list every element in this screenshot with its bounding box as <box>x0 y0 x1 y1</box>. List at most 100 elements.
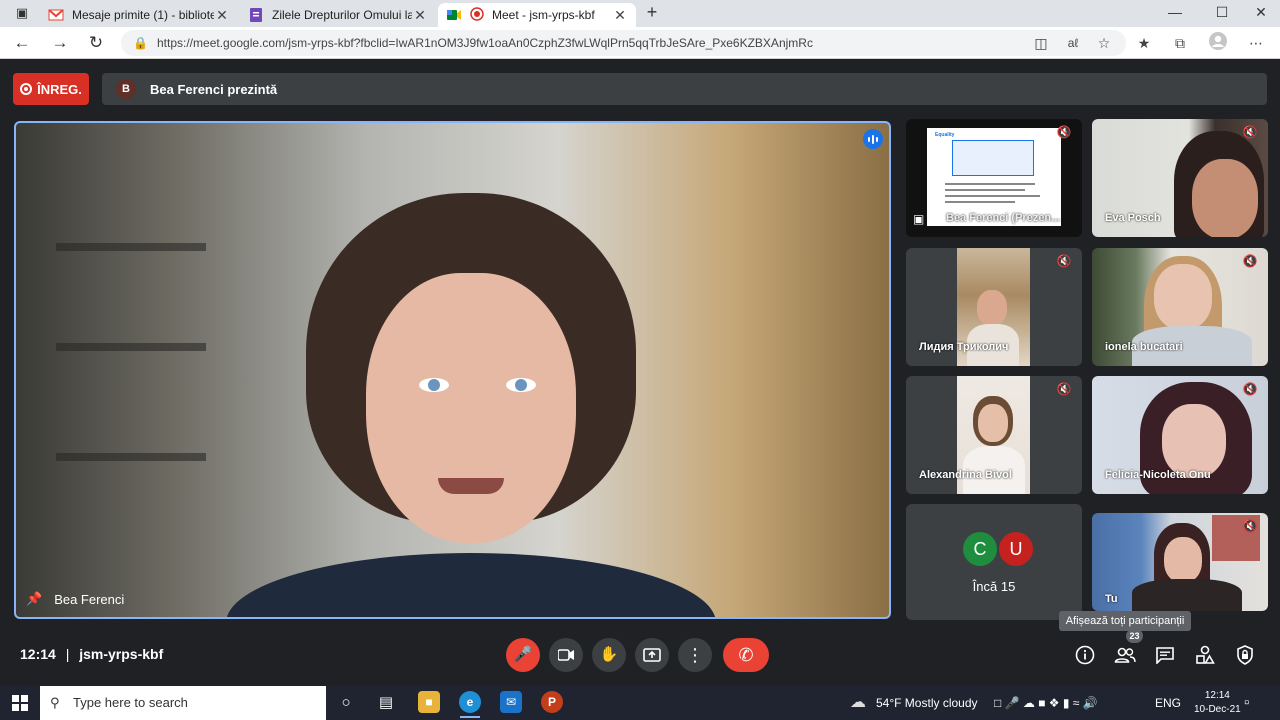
close-tab-icon[interactable]: ✕ <box>412 7 428 24</box>
recording-icon <box>470 7 484 23</box>
notifications-icon[interactable]: ▫ <box>1244 686 1249 720</box>
participant-tile[interactable]: Equality 🔇 ▣ Bea Ferenci (Prezen... <box>906 119 1082 237</box>
separator: | <box>65 646 70 662</box>
powerpoint-icon[interactable]: P <box>541 691 563 713</box>
search-placeholder: Type here to search <box>73 695 188 710</box>
cortana-icon[interactable]: ○ <box>334 691 358 715</box>
participant-name: Eva Posch <box>1105 212 1161 224</box>
forward-icon[interactable]: → <box>48 32 72 54</box>
participant-tile[interactable]: 🔇 Felicia-Nicoleta Onu <box>1092 376 1268 494</box>
info-icon[interactable] <box>1073 642 1097 666</box>
tab-forms[interactable]: Zilele Drepturilor Omului la ULIM ✕ <box>240 3 436 27</box>
participant-name: Лидия Триколич <box>919 341 1009 353</box>
url-field[interactable]: 🔒 https://meet.google.com/jsm-yrps-kbf?f… <box>121 30 1126 56</box>
speaker-name: Bea Ferenci <box>54 591 125 607</box>
tab-actions-icon[interactable]: ▣ <box>10 1 34 25</box>
collections-icon[interactable]: ⧉ <box>1169 32 1191 54</box>
main-speaker-tile[interactable]: 📌 Bea Ferenci <box>14 121 891 619</box>
speaker-video <box>226 193 716 617</box>
maximize-button[interactable]: ☐ <box>1212 4 1232 21</box>
profile-avatar[interactable] <box>1207 32 1229 54</box>
participant-name: Tu <box>1105 593 1118 605</box>
taskbar-search-input[interactable]: ⚲ Type here to search <box>40 686 326 720</box>
activities-icon[interactable] <box>1193 642 1217 666</box>
avatar: C <box>963 532 997 566</box>
meeting-code: jsm-yrps-kbf <box>79 646 164 662</box>
tray-icons[interactable]: □ 🎤 ☁ ■ ❖ ▮ ≈ 🔊 <box>994 686 1098 720</box>
more-menu-icon[interactable]: ⋯ <box>1245 32 1267 54</box>
add-favorite-icon[interactable]: ☆ <box>1093 32 1115 54</box>
participant-count-badge: 23 <box>1126 629 1143 643</box>
record-icon <box>20 83 33 95</box>
speaker-label: 📌 Bea Ferenci <box>26 591 124 607</box>
task-view-icon[interactable]: ▤ <box>374 691 398 715</box>
pin-icon[interactable]: 📌 <box>26 591 42 607</box>
weather-text[interactable]: 54°F Mostly cloudy <box>876 686 978 720</box>
presenting-text: Bea Ferenci prezintă <box>150 81 278 97</box>
camera-button[interactable] <box>549 638 583 672</box>
mic-off-icon: 🔇 <box>1242 254 1258 268</box>
back-icon[interactable]: ← <box>10 32 34 54</box>
search-icon: ⚲ <box>50 695 60 710</box>
minimize-button[interactable]: — <box>1165 4 1185 20</box>
raise-hand-button[interactable]: ✋ <box>592 638 626 672</box>
edge-icon[interactable]: e <box>459 691 481 713</box>
background-shelf <box>56 243 206 251</box>
mic-off-icon: 🔇 <box>1056 254 1072 268</box>
language-indicator[interactable]: ENG <box>1155 686 1181 720</box>
chat-icon[interactable] <box>1153 642 1177 666</box>
participant-tile[interactable]: 🔇 Alexandrina Bivol <box>906 376 1082 494</box>
tab-title: Mesaje primite (1) - biblioteca@ <box>72 8 214 22</box>
clock-date: 10-Dec-21 <box>1194 704 1241 715</box>
tooltip: Afișează toți participanții <box>1059 611 1191 631</box>
self-view-tile[interactable]: 🔇 Tu <box>1092 513 1268 611</box>
background-shelf <box>56 343 206 351</box>
close-tab-icon[interactable]: ✕ <box>214 7 230 24</box>
tab-meet[interactable]: Meet - jsm-yrps-kbf ✕ <box>438 3 636 27</box>
present-screen-icon: ▣ <box>913 212 925 226</box>
presentation-banner: B Bea Ferenci prezintă <box>102 73 1267 105</box>
recording-badge[interactable]: ÎNREG. <box>13 73 89 105</box>
weather-icon[interactable]: ☁ <box>850 686 866 720</box>
favorites-icon[interactable]: ★ <box>1133 32 1155 54</box>
lock-icon: 🔒 <box>133 36 148 50</box>
more-participants-tile[interactable]: C U Încă 15 <box>906 504 1082 620</box>
more-participants-label: Încă 15 <box>972 579 1016 594</box>
mic-off-button[interactable]: 🎤 <box>506 638 540 672</box>
participant-tile[interactable]: 🔇 Eva Posch <box>1092 119 1268 237</box>
mic-off-icon: 🔇 <box>1242 125 1258 139</box>
mic-off-icon: 🔇 <box>1056 125 1072 139</box>
browser-tab-strip: ▣ Mesaje primite (1) - biblioteca@ ✕ Zil… <box>0 0 1280 27</box>
avatar: B <box>116 79 136 99</box>
read-aloud-icon[interactable]: aℓ <box>1062 32 1084 54</box>
windows-taskbar: ⚲ Type here to search ○ ▤ ■ e ✉ P ☁ 54°F… <box>0 686 1280 720</box>
more-options-button[interactable]: ⋮ <box>678 638 712 672</box>
tab-title: Meet - jsm-yrps-kbf <box>492 8 595 22</box>
url-text: https://meet.google.com/jsm-yrps-kbf?fbc… <box>157 36 813 50</box>
participant-name: ionela bucatari <box>1105 341 1183 353</box>
forms-icon <box>248 7 264 23</box>
mail-icon[interactable]: ✉ <box>500 691 522 713</box>
new-tab-button[interactable]: + <box>642 2 662 23</box>
participant-name: Felicia-Nicoleta Onu <box>1105 469 1211 481</box>
taskbar-clock[interactable]: 12:14 10-Dec-21 <box>1194 689 1241 717</box>
avatar-stack: C U <box>963 532 1033 566</box>
people-icon[interactable] <box>1113 642 1137 666</box>
host-controls-icon[interactable] <box>1233 642 1257 666</box>
speaking-indicator-icon <box>863 129 883 149</box>
clock-time: 12:14 <box>1204 690 1230 701</box>
present-screen-button[interactable] <box>635 638 669 672</box>
close-window-button[interactable]: ✕ <box>1251 4 1271 21</box>
meet-icon <box>446 7 462 23</box>
leave-call-button[interactable]: ✆ <box>723 638 769 672</box>
avatar: U <box>999 532 1033 566</box>
tab-title: Zilele Drepturilor Omului la ULIM <box>272 8 412 22</box>
close-tab-icon[interactable]: ✕ <box>612 7 628 24</box>
camera-icon[interactable]: ◫ <box>1030 32 1052 54</box>
participant-tile[interactable]: 🔇 ionela bucatari <box>1092 248 1268 366</box>
tab-gmail[interactable]: Mesaje primite (1) - biblioteca@ ✕ <box>40 3 238 27</box>
participant-tile[interactable]: 🔇 Лидия Триколич <box>906 248 1082 366</box>
windows-start-icon[interactable] <box>12 695 28 711</box>
reload-icon[interactable]: ↻ <box>84 32 108 54</box>
file-explorer-icon[interactable]: ■ <box>418 691 440 713</box>
